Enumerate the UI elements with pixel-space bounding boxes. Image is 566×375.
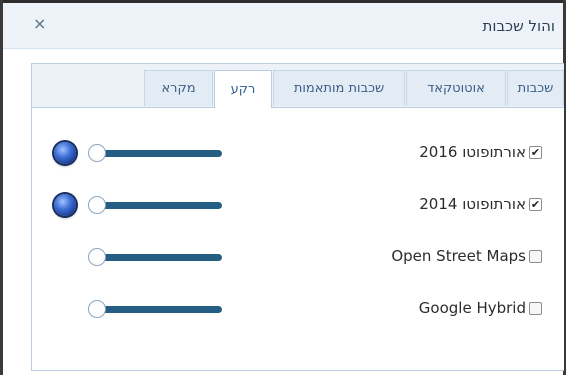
layer-label: Google Hybrid [418, 299, 526, 317]
dialog-titlebar: × והול שכבות [3, 3, 563, 49]
layer-checkbox[interactable] [529, 302, 542, 315]
layer-row-orthophoto-2014: אורתופוטו 2014 ✔ [32, 190, 564, 220]
tab-autocad[interactable]: אוטוטקאד [406, 70, 506, 106]
opacity-slider-track[interactable] [92, 202, 222, 209]
opacity-slider-track[interactable] [92, 306, 222, 313]
layer-label: אורתופוטו 2014 [419, 195, 526, 213]
layer-row-orthophoto-2016: אורתופוטו 2016 ✔ [32, 138, 564, 168]
layer-label: Open Street Maps [391, 247, 526, 265]
opacity-slider-handle[interactable] [88, 144, 106, 162]
tab-background[interactable]: רקע [214, 70, 272, 108]
layer-manager-dialog: × והול שכבות שכבות אוטוטקאד שכבות מותאמו… [3, 3, 564, 375]
layer-visibility-indicator-icon [54, 194, 76, 216]
opacity-slider-handle[interactable] [88, 196, 106, 214]
layer-row-open-street-maps: Open Street Maps [32, 242, 564, 272]
layers-panel: שכבות אוטוטקאד שכבות מותאמות רקע מקרא או… [31, 63, 564, 371]
layer-checkbox[interactable]: ✔ [529, 198, 542, 211]
layer-visibility-indicator-icon [54, 142, 76, 164]
opacity-slider-handle[interactable] [88, 300, 106, 318]
close-icon[interactable]: × [33, 15, 46, 33]
dialog-title: והול שכבות [482, 17, 555, 35]
background-layers-list: אורתופוטו 2016 ✔ אורתופוטו 2014 ✔ Open S… [32, 108, 564, 370]
tab-layers[interactable]: שכבות [507, 70, 564, 106]
tab-custom-layers[interactable]: שכבות מותאמות [273, 70, 405, 106]
layer-row-google-hybrid: Google Hybrid [32, 294, 564, 324]
opacity-slider-handle[interactable] [88, 248, 106, 266]
opacity-slider-track[interactable] [92, 254, 222, 261]
tab-strip: שכבות אוטוטקאד שכבות מותאמות רקע מקרא [32, 64, 564, 108]
layer-checkbox[interactable]: ✔ [529, 146, 542, 159]
opacity-slider-track[interactable] [92, 150, 222, 157]
layer-label: אורתופוטו 2016 [419, 143, 526, 161]
tab-legend[interactable]: מקרא [144, 70, 213, 106]
layer-checkbox[interactable] [529, 250, 542, 263]
